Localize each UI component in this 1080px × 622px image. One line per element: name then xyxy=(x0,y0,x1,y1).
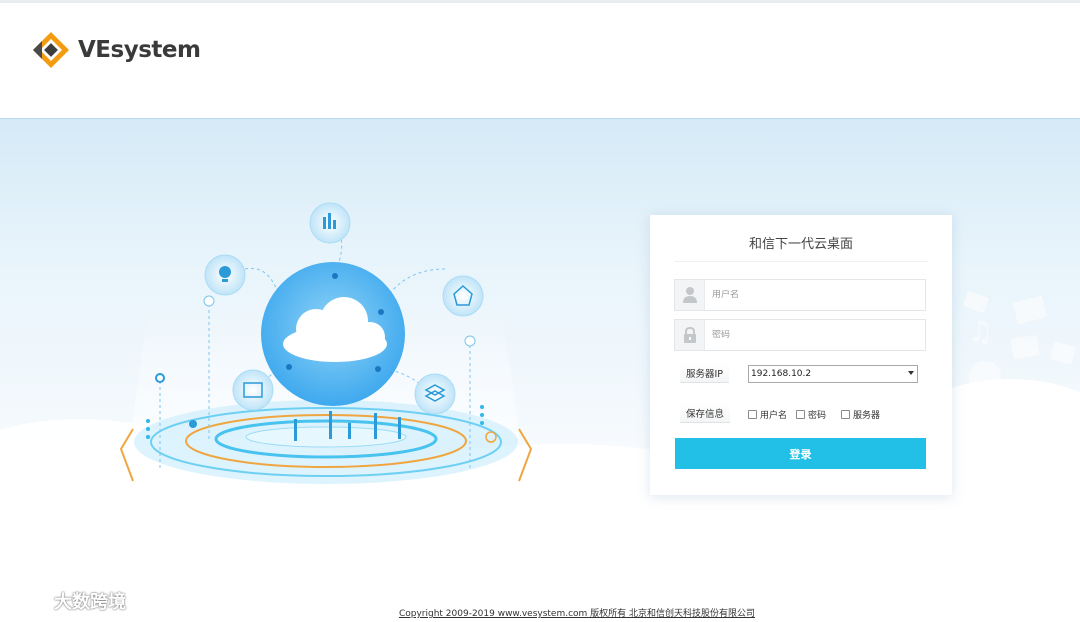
server-ip-value: 192.168.10.2 xyxy=(751,369,812,379)
logo-icon xyxy=(33,32,69,68)
checkbox-box[interactable] xyxy=(841,410,851,419)
server-ip-label: 服务器IP xyxy=(680,363,730,383)
login-card: 和信下一代云桌面 服务器IP 192.168.10.2 保存信息 用户名 xyxy=(650,215,952,495)
title-divider xyxy=(674,261,928,262)
hero-banner: ♫ 和信下一代云桌面 服务器IP 192.168.10.2 保存信息 xyxy=(0,118,1080,518)
header: VEsystem xyxy=(0,3,1080,118)
save-username-label: 用户名 xyxy=(760,411,788,421)
brand-logo[interactable]: VEsystem xyxy=(30,29,201,71)
save-options: 用户名 密码 服务器 xyxy=(748,408,889,421)
dropdown-caret-icon xyxy=(908,371,914,375)
save-password-label: 密码 xyxy=(808,411,827,421)
svg-text:♫: ♫ xyxy=(968,315,993,348)
brand-name: VEsystem xyxy=(78,37,201,63)
checkbox-box[interactable] xyxy=(748,410,757,419)
server-ip-select[interactable]: 192.168.10.2 xyxy=(748,365,918,383)
user-icon xyxy=(675,280,705,310)
login-button[interactable]: 登录 xyxy=(675,438,926,469)
checkbox-box[interactable] xyxy=(796,410,806,419)
password-field[interactable] xyxy=(674,319,926,351)
save-server-checkbox[interactable]: 服务器 xyxy=(841,408,880,421)
username-field[interactable] xyxy=(674,279,926,311)
lock-icon xyxy=(675,320,705,350)
save-password-checkbox[interactable]: 密码 xyxy=(796,408,826,421)
login-title: 和信下一代云桌面 xyxy=(748,237,853,252)
username-input[interactable] xyxy=(705,290,905,300)
save-username-checkbox[interactable]: 用户名 xyxy=(748,408,787,421)
copyright-link[interactable]: Copyright 2009-2019 www.vesystem.com 版权所… xyxy=(0,606,1080,619)
save-info-label: 保存信息 xyxy=(680,403,731,423)
password-input[interactable] xyxy=(705,330,905,340)
save-server-label: 服务器 xyxy=(853,411,881,421)
